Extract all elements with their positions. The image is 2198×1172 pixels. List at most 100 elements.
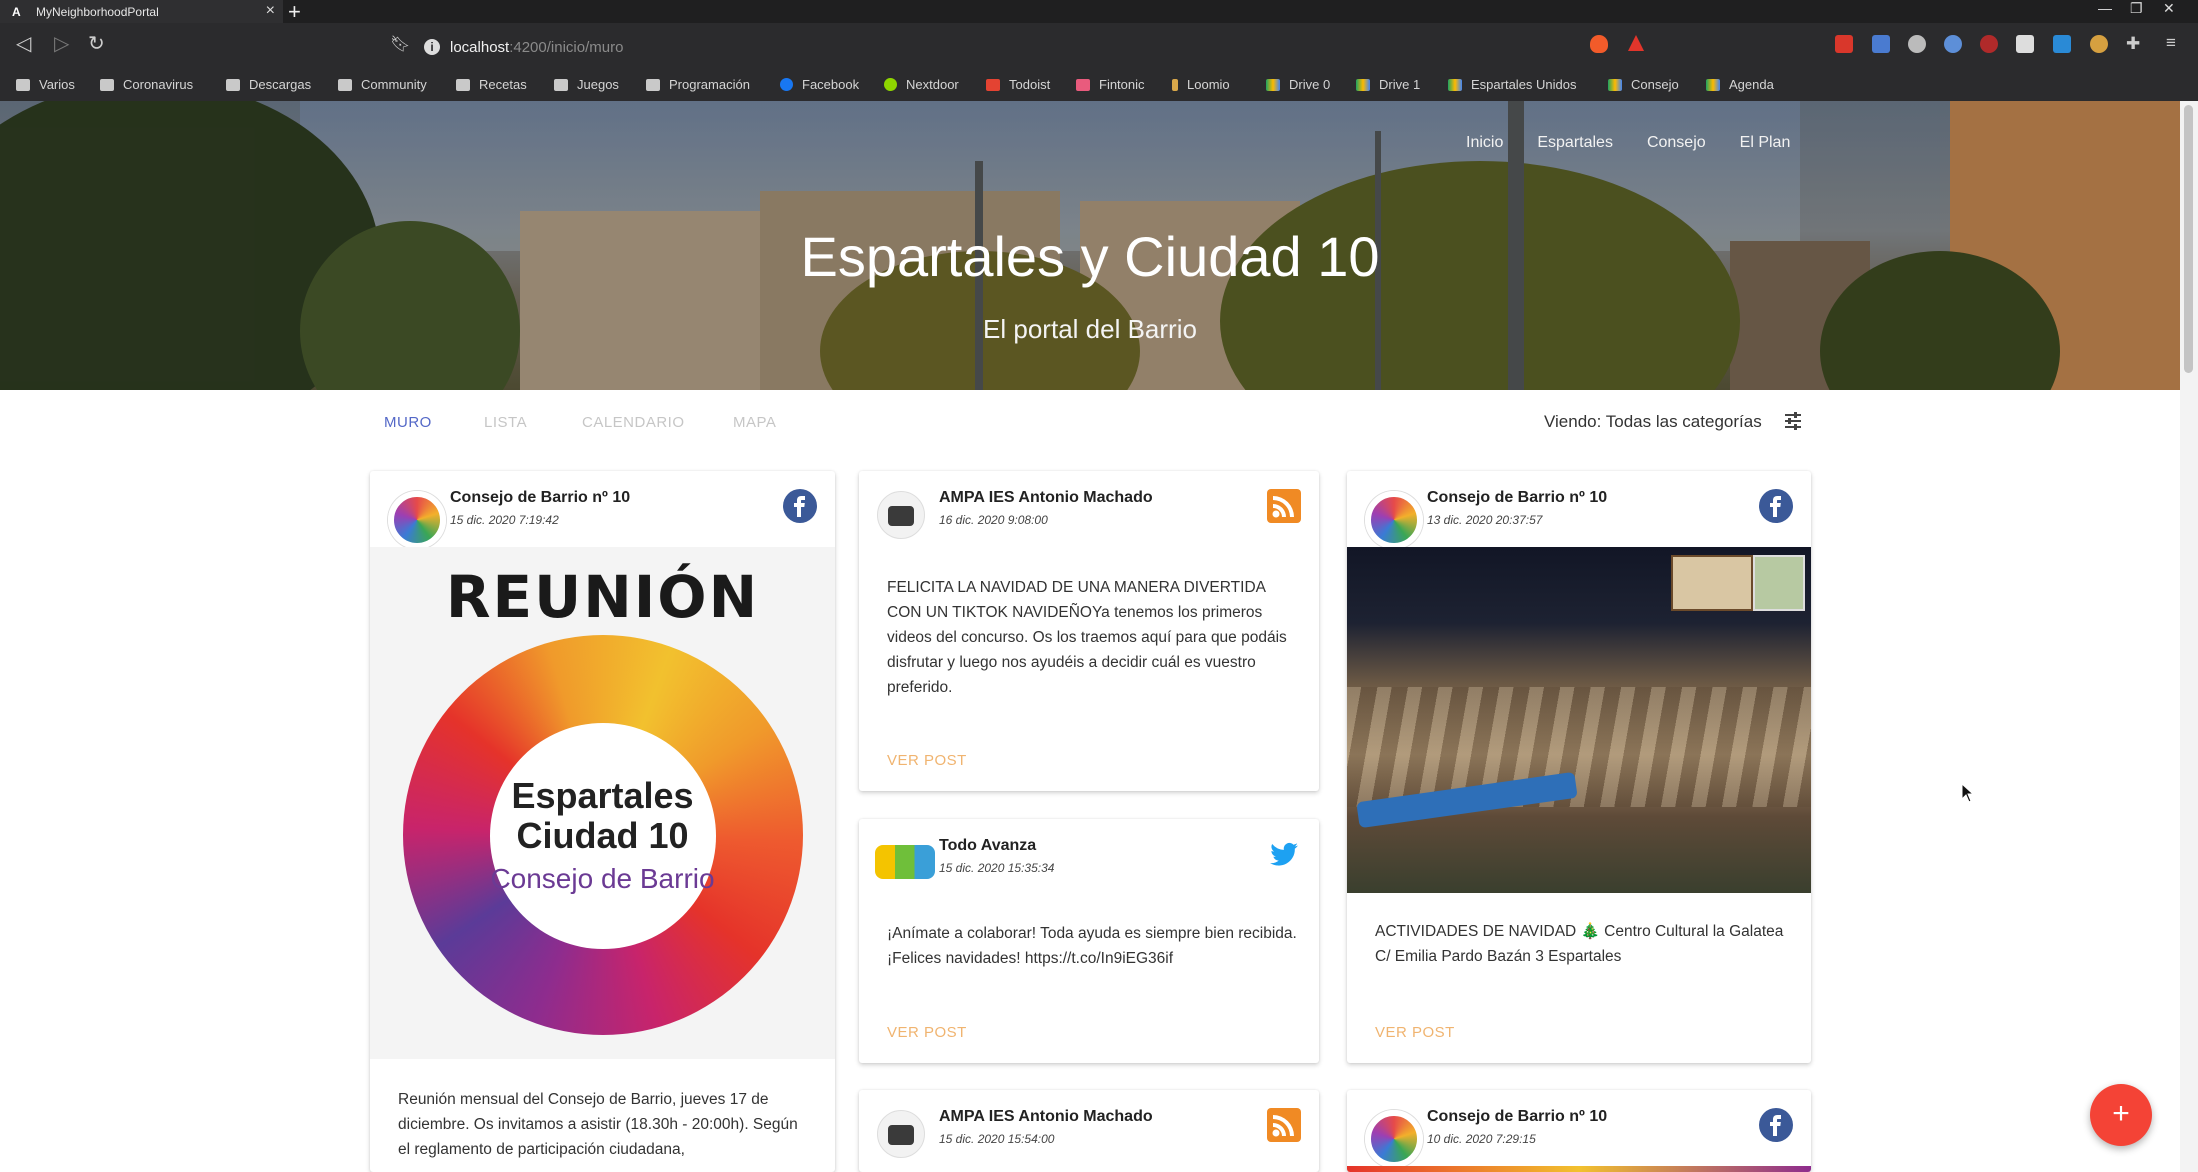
rss-icon[interactable] — [1267, 489, 1301, 523]
category-filter-label[interactable]: Viendo: Todas las categorías — [1544, 412, 1762, 432]
reload-icon[interactable]: ↻ — [88, 31, 105, 56]
extension-todoist-icon[interactable] — [1835, 35, 1853, 53]
facebook-icon[interactable] — [1759, 1108, 1793, 1142]
post-text: ACTIVIDADES DE NAVIDAD 🎄 Centro Cultural… — [1375, 923, 1784, 965]
filter-settings-icon[interactable] — [1783, 411, 1803, 431]
bookmark-consejo[interactable]: Consejo — [1608, 77, 1679, 92]
folder-icon — [100, 78, 114, 91]
post-card[interactable]: AMPA IES Antonio Machado 15 dic. 2020 15… — [859, 1090, 1319, 1172]
nav-consejo[interactable]: Consejo — [1647, 134, 1706, 152]
post-date: 13 dic. 2020 20:37:57 — [1427, 513, 1543, 527]
post-card[interactable]: Consejo de Barrio nº 10 15 dic. 2020 7:1… — [370, 471, 835, 1172]
back-icon[interactable]: ◁ — [16, 31, 31, 56]
bookmark-programacion[interactable]: Programación — [646, 77, 750, 92]
ampa-logo-icon — [888, 506, 914, 526]
extension-pocket-icon[interactable] — [1980, 35, 1998, 53]
nav-el-plan[interactable]: El Plan — [1740, 134, 1791, 152]
fintonic-icon — [1076, 78, 1090, 91]
facebook-icon[interactable] — [783, 489, 817, 523]
bookmark-nextdoor[interactable]: Nextdoor — [884, 77, 959, 92]
bookmark-drive-0[interactable]: Drive 0 — [1266, 77, 1330, 92]
tab-favicon-icon: A — [12, 4, 21, 19]
post-card[interactable]: AMPA IES Antonio Machado 16 dic. 2020 9:… — [859, 471, 1319, 791]
post-text: Reunión mensual del Consejo de Barrio, j… — [398, 1091, 798, 1158]
extension-window-icon[interactable] — [2053, 35, 2071, 53]
post-image[interactable] — [1347, 1166, 1811, 1172]
post-image[interactable] — [1347, 547, 1811, 893]
loomio-icon — [1172, 78, 1178, 91]
drive-icon — [1448, 78, 1462, 91]
url-path: :4200/inicio/muro — [509, 38, 624, 56]
post-text: FELICITA LA NAVIDAD DE UNA MANERA DIVERT… — [887, 579, 1287, 696]
post-author[interactable]: Todo Avanza — [939, 837, 1036, 855]
scrollbar-thumb[interactable] — [2184, 105, 2193, 373]
post-card[interactable]: Todo Avanza 15 dic. 2020 15:35:34 ¡Aníma… — [859, 819, 1319, 1063]
bookmark-recetas[interactable]: Recetas — [456, 77, 527, 92]
menu-icon[interactable]: ≡ — [2166, 33, 2176, 53]
rss-icon[interactable] — [1267, 1108, 1301, 1142]
post-author[interactable]: Consejo de Barrio nº 10 — [450, 489, 630, 507]
extension-circle-icon[interactable] — [2090, 35, 2108, 53]
new-tab-icon[interactable]: + — [288, 0, 301, 25]
address-bar[interactable]: i localhost :4200/inicio/muro — [424, 28, 1584, 66]
bookmark-coronavirus[interactable]: Coronavirus — [100, 77, 193, 92]
folder-icon — [226, 78, 240, 91]
post-author[interactable]: Consejo de Barrio nº 10 — [1427, 489, 1607, 507]
restore-icon[interactable]: ❐ — [2130, 0, 2143, 17]
extension-compass-icon[interactable] — [1944, 35, 1962, 53]
tab-mapa[interactable]: MAPA — [733, 414, 776, 431]
post-image[interactable]: REUNIÓN Espartales Ciudad 10 Consejo de … — [370, 547, 835, 1059]
browser-tab[interactable]: A MyNeighborhoodPortal × — [0, 0, 283, 23]
bookmark-community[interactable]: Community — [338, 77, 427, 92]
post-author[interactable]: AMPA IES Antonio Machado — [939, 489, 1153, 507]
bookmark-fintonic[interactable]: Fintonic — [1076, 77, 1145, 92]
top-navigation: Inicio Espartales Consejo El Plan — [1466, 134, 2198, 152]
view-post-link[interactable]: VER POST — [887, 752, 967, 769]
brave-shield-icon[interactable] — [1590, 35, 1608, 53]
sign-image — [1753, 555, 1805, 611]
folder-icon — [646, 78, 660, 91]
folder-icon — [554, 78, 568, 91]
bookmark-loomio[interactable]: Loomio — [1172, 77, 1230, 92]
view-post-link[interactable]: VER POST — [887, 1024, 967, 1041]
minimize-icon[interactable]: — — [2098, 0, 2112, 16]
post-author[interactable]: AMPA IES Antonio Machado — [939, 1108, 1153, 1126]
folder-icon — [16, 78, 30, 91]
bookmark-descargas[interactable]: Descargas — [226, 77, 311, 92]
tab-calendario[interactable]: CALENDARIO — [582, 414, 685, 431]
bookmark-agenda[interactable]: Agenda — [1706, 77, 1774, 92]
close-window-icon[interactable]: ✕ — [2163, 0, 2175, 17]
close-tab-icon[interactable]: × — [266, 2, 275, 20]
bookmark-facebook[interactable]: Facebook — [780, 77, 859, 92]
folder-icon — [456, 78, 470, 91]
facebook-icon[interactable] — [1759, 489, 1793, 523]
extension-globe-icon[interactable] — [1908, 35, 1926, 53]
page-scrollbar[interactable] — [2180, 101, 2198, 1172]
view-post-link[interactable]: VER POST — [1375, 1024, 1455, 1041]
add-post-button[interactable]: + — [2090, 1084, 2152, 1146]
nav-espartales[interactable]: Espartales — [1537, 134, 1613, 152]
bookmark-espartales-unidos[interactable]: Espartales Unidos — [1448, 77, 1577, 92]
bookmark-varios[interactable]: Varios — [16, 77, 75, 92]
forward-icon[interactable]: ▷ — [54, 31, 69, 56]
tab-lista[interactable]: LISTA — [484, 414, 527, 431]
twitter-icon[interactable] — [1267, 837, 1301, 871]
drive-icon — [1266, 78, 1280, 91]
extensions-puzzle-icon[interactable]: ✚ — [2126, 34, 2140, 54]
bookmark-icon[interactable]: 🔖︎ — [390, 34, 410, 54]
bookmark-drive-1[interactable]: Drive 1 — [1356, 77, 1420, 92]
nav-inicio[interactable]: Inicio — [1466, 134, 1503, 152]
drive-icon — [1706, 78, 1720, 91]
post-card[interactable]: Consejo de Barrio nº 10 13 dic. 2020 20:… — [1347, 471, 1811, 1063]
bookmark-juegos[interactable]: Juegos — [554, 77, 619, 92]
site-info-icon[interactable]: i — [424, 39, 440, 55]
bookmark-todoist[interactable]: Todoist — [986, 77, 1050, 92]
post-author[interactable]: Consejo de Barrio nº 10 — [1427, 1108, 1607, 1126]
extension-layers-icon[interactable] — [2016, 35, 2034, 53]
facebook-icon — [780, 78, 793, 91]
brave-rewards-icon[interactable] — [1628, 35, 1644, 51]
tab-muro[interactable]: MURO — [384, 414, 432, 431]
avatar — [1365, 1110, 1423, 1168]
extension-translate-icon[interactable] — [1872, 35, 1890, 53]
post-card[interactable]: Consejo de Barrio nº 10 10 dic. 2020 7:2… — [1347, 1090, 1811, 1172]
